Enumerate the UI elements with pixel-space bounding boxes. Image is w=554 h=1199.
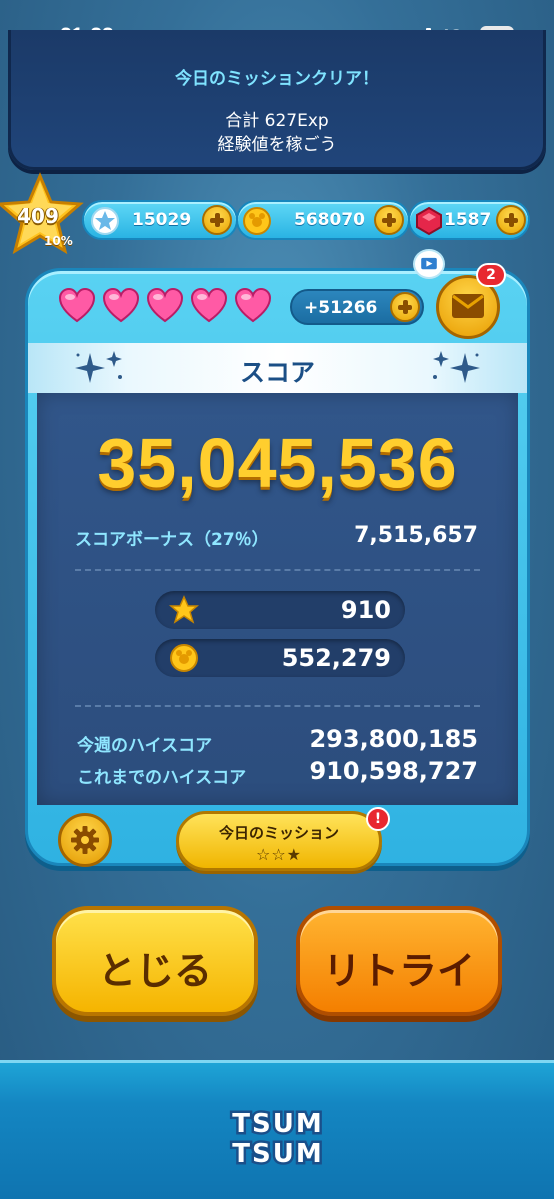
settings-button[interactable] — [58, 813, 112, 867]
daily-mission-label: 今日のミッション — [218, 824, 339, 842]
daily-mission-stars: ☆☆★ — [255, 845, 303, 864]
heart-icon — [146, 287, 184, 323]
extra-hearts-counter: +51266 — [290, 289, 424, 325]
coins-gained-row: 552,279 — [155, 639, 405, 677]
level-number: 409 — [17, 204, 59, 228]
exp-gained-value: 910 — [340, 596, 391, 624]
level-progress: 10% — [44, 234, 73, 248]
all-time-high-score-value: 910,598,727 — [309, 757, 478, 785]
ticket-count: 15029 — [132, 210, 192, 230]
final-score: 35,045,536 — [97, 424, 458, 502]
logo-line1: TSUM — [232, 1109, 323, 1139]
score-details: 35,045,536 スコアボーナス（27％） 7,515,657 910 55… — [37, 393, 518, 805]
close-button-label: とじる — [97, 949, 212, 993]
result-panel: +51266 2 スコア 35,045,536 スコアボーナス（27％） 7,5… — [25, 249, 530, 871]
mission-alert-badge: ! — [366, 807, 390, 831]
retry-button[interactable]: リトライ — [296, 906, 502, 1016]
add-rubies-button[interactable] — [496, 205, 526, 235]
mail-badge: 2 — [476, 263, 506, 287]
ticket-icon — [91, 207, 119, 235]
score-bonus-value: 7,515,657 — [354, 523, 478, 548]
coin-icon — [243, 207, 271, 235]
mail-icon — [452, 294, 484, 318]
heart-icon — [58, 287, 96, 323]
weekly-high-score-label: 今週のハイスコア — [77, 736, 213, 756]
ruby-count: 1587 — [444, 210, 492, 230]
score-header: スコア — [28, 343, 527, 393]
logo-line2: TSUM — [232, 1139, 323, 1168]
heart-icon — [190, 287, 228, 323]
heart-icon — [234, 287, 272, 323]
exp-gained-row: 910 — [155, 591, 405, 629]
ticket-counter: 15029 — [82, 200, 238, 240]
star-icon — [169, 595, 199, 624]
heart-icon — [102, 287, 140, 323]
ruby-icon — [416, 206, 442, 236]
sparkle-icon — [433, 351, 480, 383]
coins-gained-value: 552,279 — [281, 644, 391, 672]
mission-banner-title: 今日のミッションクリア！ — [175, 69, 379, 89]
extra-hearts-count: +51266 — [304, 298, 378, 318]
add-tickets-button[interactable] — [202, 205, 232, 235]
coin-icon — [170, 644, 198, 672]
coin-counter: 568070 — [236, 200, 410, 240]
coin-count: 568070 — [294, 210, 365, 230]
gear-icon — [71, 826, 99, 854]
close-button[interactable]: とじる — [52, 906, 258, 1016]
weekly-high-score-value: 293,800,185 — [309, 725, 478, 753]
daily-mission-button[interactable]: 今日のミッション ☆☆★ — [176, 811, 382, 871]
add-hearts-button[interactable] — [390, 292, 420, 322]
mission-banner-subtitle: 経験値を稼ごう — [217, 135, 337, 155]
all-time-high-score-label: これまでのハイスコア — [77, 768, 247, 788]
add-coins-button[interactable] — [374, 205, 404, 235]
score-bonus-label: スコアボーナス（27％） — [75, 530, 269, 550]
retry-button-label: リトライ — [322, 949, 475, 993]
divider — [75, 705, 480, 707]
ruby-counter: 1587 — [408, 200, 530, 240]
video-icon[interactable] — [413, 249, 445, 279]
mission-banner-exp: 合計 627Exp — [225, 111, 329, 131]
mission-banner[interactable]: 今日のミッションクリア！ 合計 627Exp 経験値を稼ごう — [8, 30, 546, 170]
tsum-tsum-logo: TSUM TSUM — [230, 1107, 324, 1169]
divider — [75, 569, 480, 571]
